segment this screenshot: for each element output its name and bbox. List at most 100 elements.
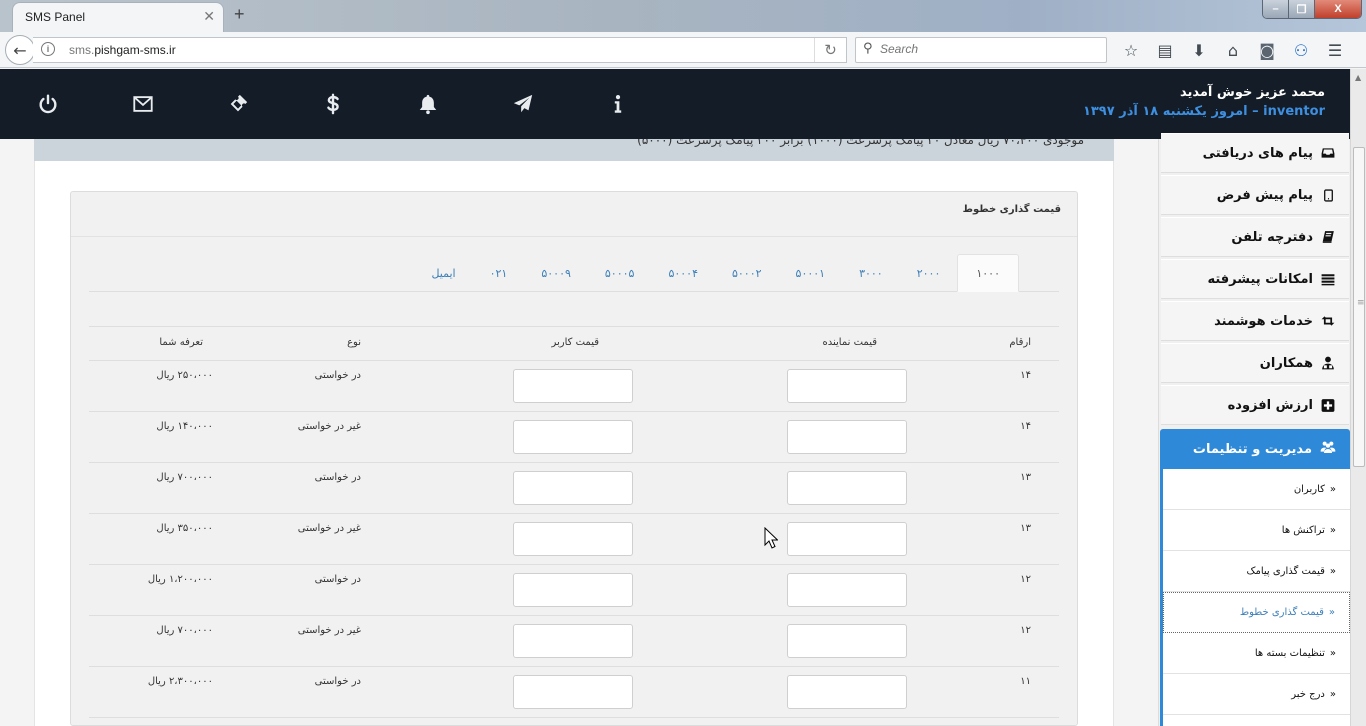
tab-021[interactable]: ۰۲۱ [473,254,525,292]
sidebar-item-label: دفترچه تلفن [1231,229,1313,245]
welcome-block: محمد عزیز خوش آمدید inventor – امروز یکش… [1083,85,1325,119]
tab-50002[interactable]: ۵۰۰۰۲ [715,254,779,292]
user-price-input[interactable] [513,369,633,403]
table-header: ارقام قیمت نماینده قیمت کاربر نوع تعرفه … [89,326,1059,361]
search-input[interactable] [880,42,1100,56]
page-scrollbar[interactable]: ▲ ≡ [1350,69,1366,726]
sidebar-subitem[interactable]: قیمت گذاری خطوط » [1163,592,1350,633]
back-button[interactable]: ← [5,35,35,65]
cell-type: غیر در خواستی [297,421,361,432]
info-icon[interactable] [570,69,665,139]
reload-icon[interactable]: ↻ [814,38,846,62]
tablet-icon [1321,188,1335,202]
minimize-button[interactable]: – [1263,0,1289,18]
cell-tariff: ۳۵۰،۰۰۰ ریال [156,523,213,534]
tab-50004[interactable]: ۵۰۰۰۴ [651,254,715,292]
panel-title: قیمت گذاری خطوط [962,204,1061,215]
address-bar[interactable]: i sms.pishgam-sms.ir ↻ [33,37,847,63]
tab-email[interactable]: ایمیل [414,254,472,292]
sidebar-subitem[interactable]: قیمت گذاری پیامک » [1163,551,1350,592]
grip-icon: ≡ [1357,298,1365,308]
user-price-input[interactable] [513,675,633,709]
reading-list-icon[interactable]: ▤ [1148,38,1182,62]
tab-close-icon[interactable]: ✕ [203,8,215,25]
table-row: ۱۴ در خواستی ۲۵۰،۰۰۰ ریال [89,361,1059,412]
sidebar-subitem[interactable]: تنظیمات بسته ها » [1163,633,1350,674]
username[interactable]: inventor [1263,104,1325,119]
new-tab-button[interactable]: + [234,4,245,25]
sync-account-icon[interactable]: ⚇ [1284,38,1318,62]
site-info-icon[interactable]: i [41,42,55,56]
envelope-icon[interactable] [95,69,190,139]
sidebar-item-label: پیام پیش فرض [1216,187,1313,203]
search-bar[interactable]: ⚲ [855,37,1107,63]
scrollbar-thumb[interactable]: ≡ [1353,147,1365,467]
sidebar-item[interactable]: پیام های دریافتی [1161,133,1349,173]
user-price-input[interactable] [513,471,633,505]
sidebar-item-label: همکاران [1259,355,1313,371]
bell-icon[interactable] [380,69,475,139]
tab-50001[interactable]: ۵۰۰۰۱ [779,254,843,292]
sidebar-item[interactable]: ارزش افزوده [1161,385,1349,425]
tab-3000[interactable]: ۳۰۰۰ [842,254,900,292]
scroll-up-icon[interactable]: ▲ [1355,73,1361,82]
cell-digits: ۱۱ [1020,676,1031,687]
download-icon[interactable]: ⬇ [1182,38,1216,62]
user-price-input[interactable] [513,522,633,556]
sidebar-subitem[interactable]: تراکنش ها » [1163,510,1350,551]
tab-50005[interactable]: ۵۰۰۰۵ [588,254,652,292]
window-close-button[interactable]: X [1315,0,1361,18]
restore-button[interactable]: ❐ [1289,0,1315,18]
user-price-input[interactable] [513,624,633,658]
ticket-icon[interactable] [190,69,285,139]
table-row: ۱۱ در خواستی ۲،۳۰۰،۰۰۰ ریال [89,667,1059,718]
plus-square-icon [1321,398,1335,412]
pricing-table: ارقام قیمت نماینده قیمت کاربر نوع تعرفه … [89,326,1059,718]
date-text: – امروز یکشنبه ۱۸ آذر ۱۳۹۷ [1082,104,1264,119]
chevron-double-right-icon: » [1329,647,1336,659]
cell-digits: ۱۲ [1020,625,1031,636]
panel-header: قیمت گذاری خطوط [71,192,1077,237]
agent-price-input[interactable] [787,471,907,505]
sidebar-item[interactable]: خدمات هوشمند [1161,301,1349,341]
user-price-input[interactable] [513,573,633,607]
table-row: ۱۴ غیر در خواستی ۱۴۰،۰۰۰ ریال [89,412,1059,463]
sidebar-group-management[interactable]: مدیریت و تنظیمات [1160,429,1350,469]
paper-plane-icon[interactable] [475,69,570,139]
agent-price-input[interactable] [787,675,907,709]
sidebar-subitem-label: قیمت گذاری خطوط [1239,607,1324,618]
sidebar-group-label: مدیریت و تنظیمات [1192,441,1312,457]
browser-tab[interactable]: SMS Panel ✕ [12,2,224,32]
agent-price-input[interactable] [787,522,907,556]
dollar-icon[interactable] [285,69,380,139]
url-text[interactable]: sms.pishgam-sms.ir [69,43,176,57]
agent-price-input[interactable] [787,624,907,658]
agent-price-input[interactable] [787,420,907,454]
agent-price-input[interactable] [787,369,907,403]
sidebar-subitem[interactable]: درج خبر » [1163,674,1350,715]
agent-price-input[interactable] [787,573,907,607]
welcome-text: محمد عزیز خوش آمدید [1179,85,1325,100]
table-row: ۱۲ غیر در خواستی ۷۰۰،۰۰۰ ریال [89,616,1059,667]
tab-2000[interactable]: ۲۰۰۰ [900,254,958,292]
browser-toolbar: ☆ ▤ ⬇ ⌂ ◙ ⚇ ☰ [1114,38,1352,62]
sidebar-item[interactable]: دفترچه تلفن [1161,217,1349,257]
cell-tariff: ۱،۲۰۰،۰۰۰ ریال [147,574,213,585]
sidebar-item[interactable]: همکاران [1161,343,1349,383]
sidebar-subitem-label: کاربران [1293,483,1325,495]
search-icon: ⚲ [863,41,873,56]
tab-1000[interactable]: ۱۰۰۰ [957,254,1019,292]
sidebar-subitem[interactable]: کاربران » [1163,469,1350,510]
pocket-icon[interactable]: ◙ [1250,38,1284,62]
sidebar-item[interactable]: امکانات پیشرفته [1161,259,1349,299]
sidebar-item[interactable]: پیام پیش فرض [1161,175,1349,215]
tab-50009[interactable]: ۵۰۰۰۹ [524,254,588,292]
browser-titlebar: SMS Panel ✕ + – ❐ X [0,0,1366,32]
power-icon[interactable] [0,69,95,139]
home-icon[interactable]: ⌂ [1216,38,1250,62]
bookmark-star-icon[interactable]: ☆ [1114,38,1148,62]
cell-type: در خواستی [314,472,361,483]
user-price-input[interactable] [513,420,633,454]
balance-band: موجودی ۷۰،۴۰۰ ریال معادل ۲۰ پیامک پرسرعت… [34,139,1114,161]
menu-icon[interactable]: ☰ [1318,38,1352,62]
